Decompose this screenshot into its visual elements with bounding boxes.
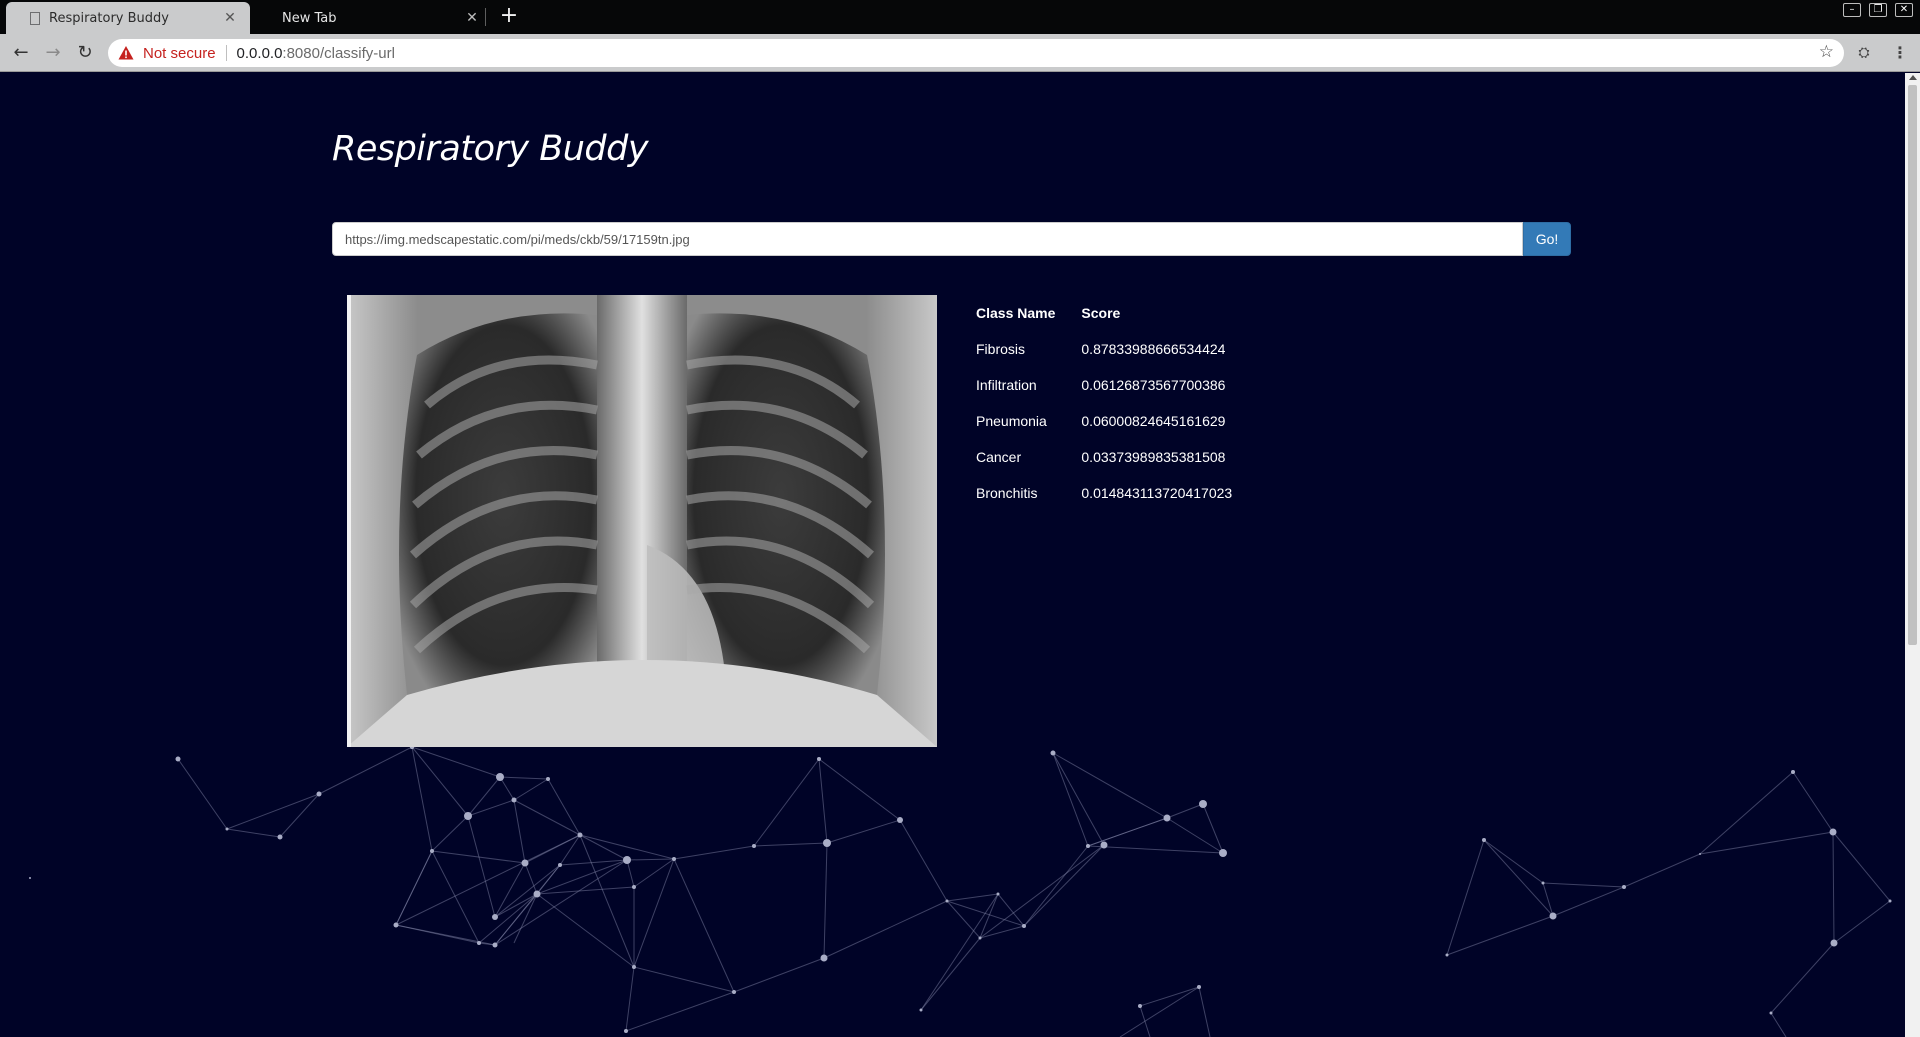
tab-new-tab[interactable]: New Tab ✕ — [248, 2, 492, 34]
minimize-icon[interactable]: – — [1843, 3, 1861, 17]
table-row: Infiltration 0.06126873567700386 — [967, 367, 1249, 403]
page-viewport: Respiratory Buddy Go! — [0, 73, 1905, 1037]
back-icon[interactable]: ← — [9, 41, 33, 65]
extension-icon[interactable]: ⛭ — [1854, 43, 1874, 63]
class-name-cell: Cancer — [976, 449, 1022, 465]
tab-label: New Tab — [282, 10, 337, 26]
browser-menu-icon[interactable]: ⋮ — [1890, 43, 1910, 63]
table-row: Cancer 0.03373989835381508 — [967, 439, 1249, 475]
address-bar[interactable]: Not secure 0.0.0.0:8080/classify-url ☆ — [108, 39, 1844, 67]
new-tab-icon[interactable]: + — [497, 4, 521, 28]
score-cell: 0.03373989835381508 — [1081, 449, 1226, 465]
chest-xray-image — [347, 295, 937, 747]
column-header-score: Score — [1081, 305, 1121, 321]
close-window-icon[interactable]: ✕ — [1895, 3, 1913, 17]
class-name-cell: Infiltration — [976, 377, 1037, 393]
class-name-cell: Bronchitis — [976, 485, 1038, 501]
reload-icon[interactable]: ↻ — [73, 41, 97, 65]
restore-icon[interactable]: ❐ — [1869, 3, 1887, 17]
warning-icon — [118, 45, 134, 61]
tab-label: Respiratory Buddy — [49, 10, 169, 26]
scroll-thumb[interactable] — [1908, 85, 1917, 645]
close-tab-icon[interactable]: ✕ — [464, 10, 480, 26]
score-cell: 0.06126873567700386 — [1081, 377, 1226, 393]
table-row: Pneumonia 0.06000824645161629 — [967, 403, 1249, 439]
class-name-cell: Fibrosis — [976, 341, 1026, 357]
tab-divider — [485, 8, 486, 26]
image-url-input[interactable] — [332, 222, 1523, 256]
url-path: :8080/classify-url — [282, 44, 395, 62]
close-tab-icon[interactable]: ✕ — [222, 10, 238, 26]
url-host: 0.0.0.0 — [236, 44, 283, 62]
table-header-row: Class Name Score — [967, 295, 1249, 331]
score-cell: 0.06000824645161629 — [1081, 413, 1226, 429]
page-scrollbar[interactable] — [1905, 73, 1920, 1037]
class-name-cell: Pneumonia — [976, 413, 1047, 429]
classification-results-table: Class Name Score Fibrosis 0.878339886665… — [967, 295, 1249, 511]
column-header-class-name: Class Name — [976, 305, 1056, 321]
page-title: Respiratory Buddy — [332, 129, 649, 169]
omnibox-divider — [225, 45, 227, 61]
table-row: Bronchitis 0.014843113720417023 — [967, 475, 1249, 511]
particle-network-background — [29, 745, 1892, 1037]
score-cell: 0.014843113720417023 — [1081, 485, 1233, 501]
browser-toolbar: ← → ↻ Not secure 0.0.0.0:8080/classify-u… — [0, 34, 1920, 72]
table-row: Fibrosis 0.87833988666534424 — [967, 331, 1249, 367]
page-icon — [30, 11, 40, 25]
tab-respiratory-buddy[interactable]: Respiratory Buddy ✕ — [6, 2, 250, 34]
security-label[interactable]: Not secure — [143, 45, 216, 62]
score-cell: 0.87833988666534424 — [1081, 341, 1226, 357]
scroll-up-arrow-icon[interactable] — [1909, 75, 1917, 80]
classify-url-form: Go! — [332, 222, 1571, 256]
bookmark-star-icon[interactable]: ☆ — [1819, 42, 1834, 62]
go-button[interactable]: Go! — [1523, 222, 1571, 256]
tab-strip: Respiratory Buddy ✕ New Tab ✕ + – ❐ ✕ — [0, 0, 1920, 34]
forward-icon[interactable]: → — [41, 41, 65, 65]
